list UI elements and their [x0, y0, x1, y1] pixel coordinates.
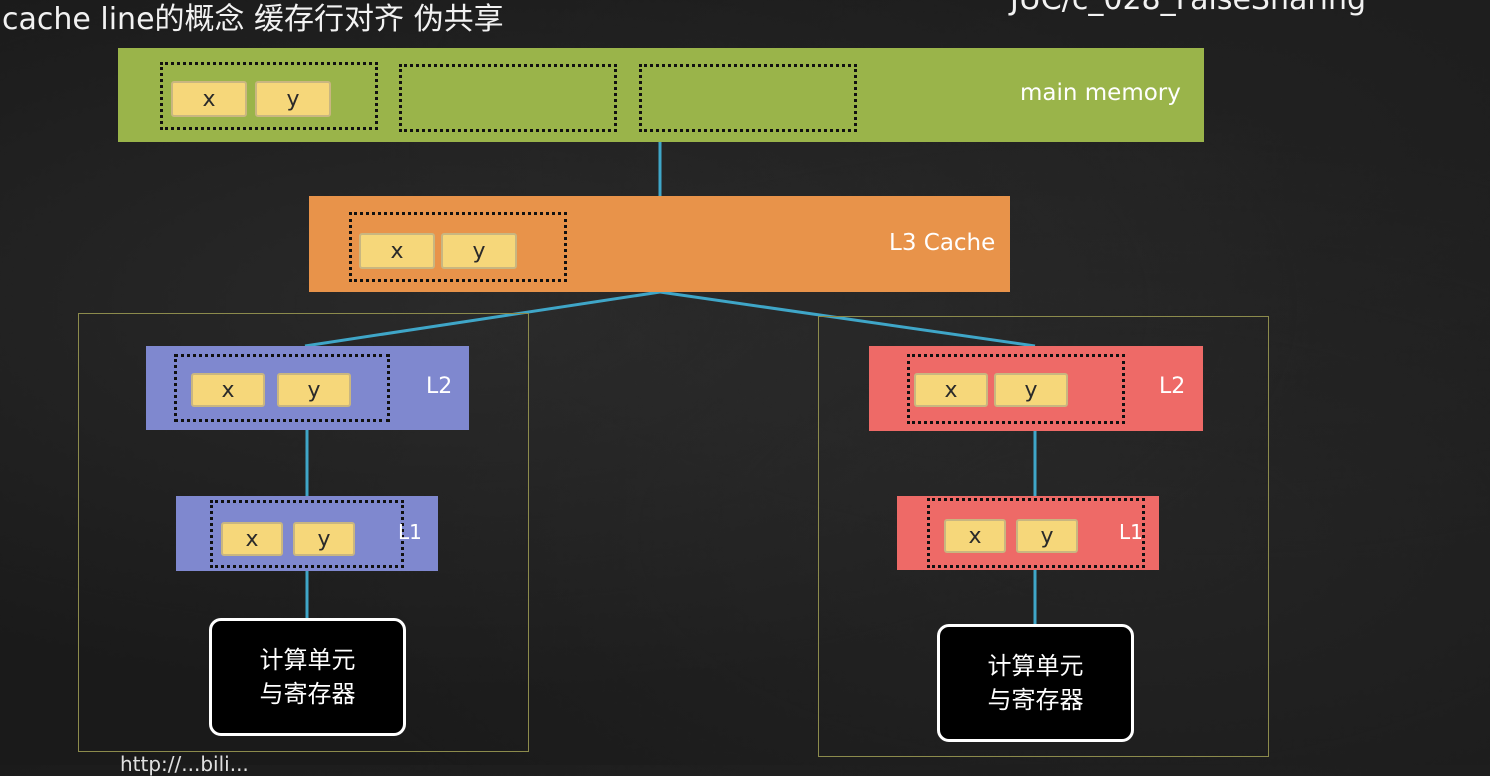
- main-memory-label: main memory: [1020, 80, 1181, 106]
- l3-cell-x: x: [359, 233, 435, 269]
- memory-cache-line-1: x y: [160, 62, 378, 130]
- right-l2-cell-y: y: [994, 373, 1068, 407]
- right-compute-unit-line1: 计算单元: [987, 652, 1084, 680]
- left-l1-cell-y: y: [293, 522, 355, 556]
- right-l2-cell-x: x: [914, 373, 988, 407]
- right-compute-unit: 计算单元 与寄存器: [937, 624, 1134, 742]
- right-l1-cache-block: x y L1: [897, 496, 1159, 570]
- left-l2-cell-y: y: [277, 373, 351, 407]
- left-l2-label: L2: [426, 374, 453, 399]
- left-l2-cache-line: x y: [174, 354, 390, 422]
- memory-cache-line-2: [399, 64, 617, 132]
- l3-cache-line: x y: [349, 212, 567, 282]
- left-compute-unit-line1: 计算单元: [259, 646, 356, 674]
- l3-cache-label: L3 Cache: [889, 230, 996, 256]
- right-l1-cache-line: x y: [927, 498, 1145, 568]
- left-compute-unit-line2: 与寄存器: [259, 680, 356, 708]
- left-compute-unit: 计算单元 与寄存器: [209, 618, 406, 736]
- memory-cell-x: x: [171, 81, 247, 117]
- left-l2-cache-block: x y L2: [146, 346, 469, 430]
- main-memory-block: x y main memory: [118, 48, 1204, 142]
- memory-cell-y: y: [255, 81, 331, 117]
- right-compute-unit-line2: 与寄存器: [987, 686, 1084, 714]
- right-l2-cache-line: x y: [907, 354, 1125, 424]
- right-l1-label: L1: [1119, 520, 1143, 544]
- left-l2-cell-x: x: [191, 373, 265, 407]
- right-l1-cell-x: x: [944, 519, 1006, 553]
- l3-cell-y: y: [441, 233, 517, 269]
- l3-cache-block: x y L3 Cache: [309, 196, 1010, 292]
- memory-cache-line-3: [639, 64, 857, 132]
- left-l1-label: L1: [398, 520, 422, 544]
- right-l1-cell-y: y: [1016, 519, 1078, 553]
- left-l1-cell-x: x: [221, 522, 283, 556]
- footer-url: http://...bili...: [120, 752, 249, 776]
- left-l1-cache-block: x y L1: [176, 496, 438, 571]
- right-l2-cache-block: x y L2: [869, 346, 1203, 431]
- left-l1-cache-line: x y: [210, 500, 404, 568]
- right-l2-label: L2: [1159, 374, 1186, 399]
